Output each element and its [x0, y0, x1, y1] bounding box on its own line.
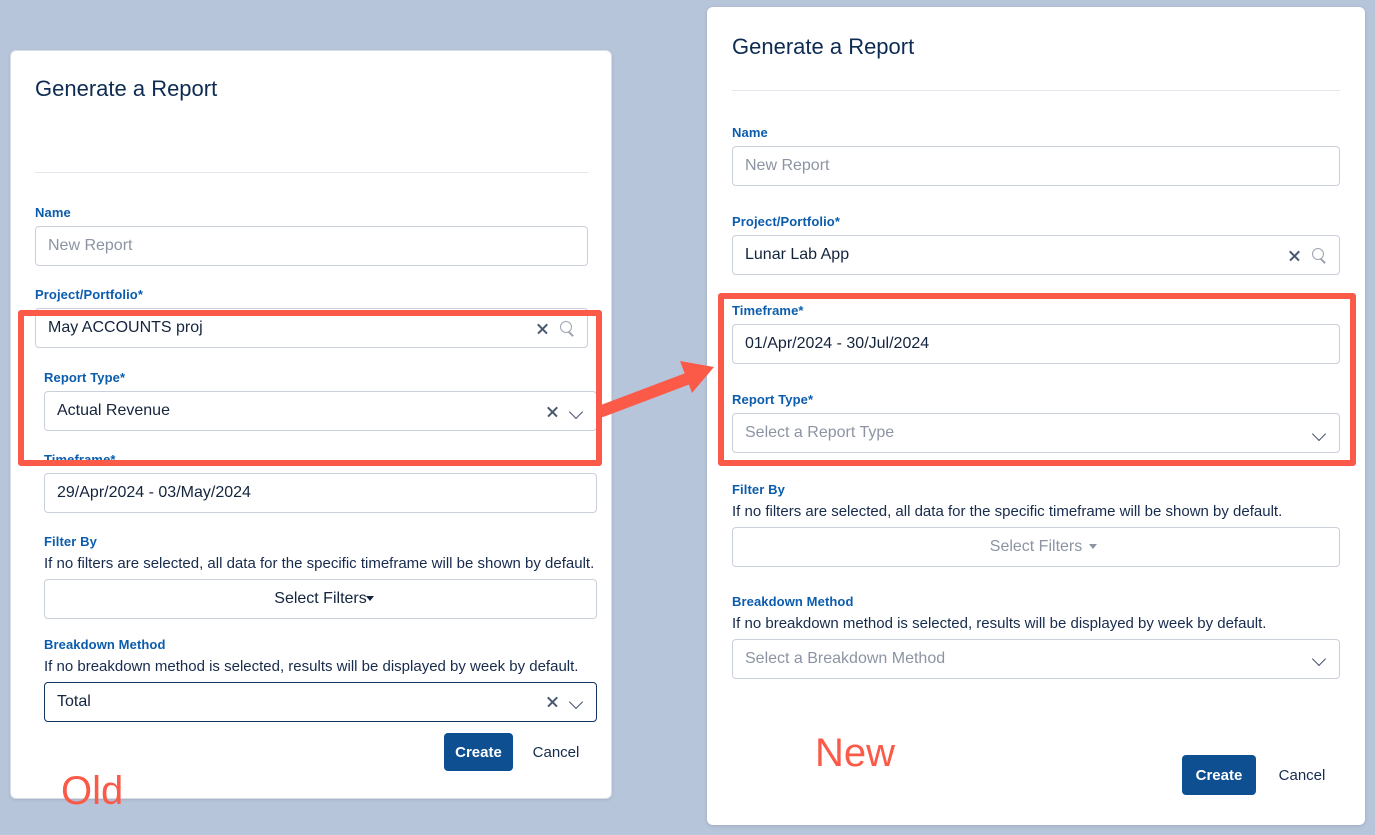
- old-report-type-value: Actual Revenue: [57, 402, 170, 419]
- flow-arrow: [596, 361, 714, 417]
- new-report-type-select[interactable]: Select a Report Type: [732, 413, 1340, 453]
- clear-icon[interactable]: [536, 322, 549, 335]
- old-breakdown-label: Breakdown Method: [44, 637, 166, 652]
- new-field-breakdown-method: Breakdown Method If no breakdown method …: [732, 594, 1340, 679]
- chevron-down-icon[interactable]: [570, 697, 584, 706]
- old-project-value: May ACCOUNTS proj: [48, 319, 203, 336]
- old-project-label: Project/Portfolio*: [35, 287, 143, 302]
- old-name-input[interactable]: New Report: [35, 226, 588, 266]
- caret-down-icon[interactable]: [366, 596, 374, 602]
- old-name-label: Name: [35, 205, 71, 220]
- new-name-placeholder: New Report: [745, 157, 830, 174]
- new-title-divider: [732, 90, 1340, 91]
- new-breakdown-label: Breakdown Method: [732, 594, 854, 609]
- old-report-type-label: Report Type*: [44, 370, 126, 385]
- old-field-breakdown-method: Breakdown Method If no breakdown method …: [44, 637, 597, 722]
- old-field-project: Project/Portfolio* May ACCOUNTS proj: [35, 287, 588, 348]
- old-name-placeholder: New Report: [48, 237, 133, 254]
- old-project-input[interactable]: May ACCOUNTS proj: [35, 308, 588, 348]
- new-field-filter-by: Filter By If no filters are selected, al…: [732, 482, 1340, 567]
- new-filter-by-help: If no filters are selected, all data for…: [732, 503, 1283, 520]
- new-breakdown-select[interactable]: Select a Breakdown Method: [732, 638, 1340, 679]
- old-timeframe-value: 29/Apr/2024 - 03/May/2024: [57, 484, 251, 501]
- new-filter-by-label: Filter By: [732, 482, 785, 497]
- new-field-report-type: Report Type* Select a Report Type: [732, 392, 1340, 453]
- new-filter-by-select[interactable]: Select Filters: [732, 526, 1340, 567]
- new-report-type-label: Report Type*: [732, 392, 814, 407]
- new-create-button[interactable]: Create: [1182, 755, 1256, 795]
- old-report-dialog: Generate a Report Name New Report Projec…: [10, 50, 612, 813]
- new-timeframe-input[interactable]: 01/Apr/2024 - 30/Jul/2024: [732, 324, 1340, 364]
- new-breakdown-help: If no breakdown method is selected, resu…: [732, 615, 1267, 632]
- old-field-timeframe: Timeframe* 29/Apr/2024 - 03/May/2024: [44, 452, 597, 513]
- old-filter-by-select[interactable]: Select Filters: [44, 578, 597, 619]
- clear-icon[interactable]: [1288, 249, 1301, 262]
- new-field-project: Project/Portfolio* Lunar Lab App: [732, 214, 1340, 275]
- old-report-type-select[interactable]: Actual Revenue: [44, 391, 597, 431]
- new-name-label: Name: [732, 125, 768, 140]
- search-icon[interactable]: [1312, 247, 1327, 263]
- new-report-type-placeholder: Select a Report Type: [745, 424, 895, 441]
- new-breakdown-placeholder: Select a Breakdown Method: [745, 649, 946, 667]
- new-project-value: Lunar Lab App: [745, 246, 850, 263]
- old-breakdown-select[interactable]: Total: [44, 681, 597, 722]
- old-filter-by-label: Filter By: [44, 534, 97, 549]
- search-icon[interactable]: [560, 320, 575, 336]
- old-field-filter-by: Filter By If no filters are selected, al…: [44, 534, 597, 619]
- new-name-input[interactable]: New Report: [732, 146, 1340, 186]
- old-field-name: Name New Report: [35, 205, 588, 266]
- old-title-divider: [35, 172, 588, 173]
- new-tag: New: [815, 731, 896, 775]
- chevron-down-icon[interactable]: [1313, 654, 1327, 663]
- new-timeframe-value: 01/Apr/2024 - 30/Jul/2024: [745, 335, 930, 352]
- old-timeframe-input[interactable]: 29/Apr/2024 - 03/May/2024: [44, 473, 597, 513]
- new-project-input[interactable]: Lunar Lab App: [732, 235, 1340, 275]
- old-create-button[interactable]: Create: [444, 733, 513, 771]
- old-breakdown-value: Total: [57, 692, 91, 710]
- new-field-timeframe: Timeframe* 01/Apr/2024 - 30/Jul/2024: [732, 303, 1340, 364]
- new-timeframe-label: Timeframe*: [732, 303, 804, 318]
- old-breakdown-help: If no breakdown method is selected, resu…: [44, 658, 579, 675]
- caret-down-icon[interactable]: [1089, 544, 1097, 550]
- old-dialog-title: Generate a Report: [35, 76, 218, 101]
- old-filter-by-help: If no filters are selected, all data for…: [44, 555, 595, 572]
- chevron-down-icon[interactable]: [1313, 429, 1327, 438]
- old-field-report-type: Report Type* Actual Revenue: [44, 370, 597, 431]
- old-timeframe-label: Timeframe*: [44, 452, 116, 467]
- new-dialog-title: Generate a Report: [732, 34, 915, 59]
- old-cancel-button[interactable]: Cancel: [521, 733, 591, 771]
- clear-icon[interactable]: [546, 695, 559, 708]
- clear-icon[interactable]: [546, 405, 559, 418]
- old-filter-by-value: Select Filters: [274, 589, 367, 607]
- new-field-name: Name New Report: [732, 125, 1340, 186]
- old-tag: Old: [61, 769, 124, 813]
- new-project-label: Project/Portfolio*: [732, 214, 840, 229]
- new-cancel-button[interactable]: Cancel: [1267, 755, 1337, 795]
- new-filter-by-value: Select Filters: [989, 537, 1083, 555]
- chevron-down-icon[interactable]: [570, 407, 584, 416]
- new-report-dialog: Generate a Report Name New Report Projec…: [707, 7, 1365, 825]
